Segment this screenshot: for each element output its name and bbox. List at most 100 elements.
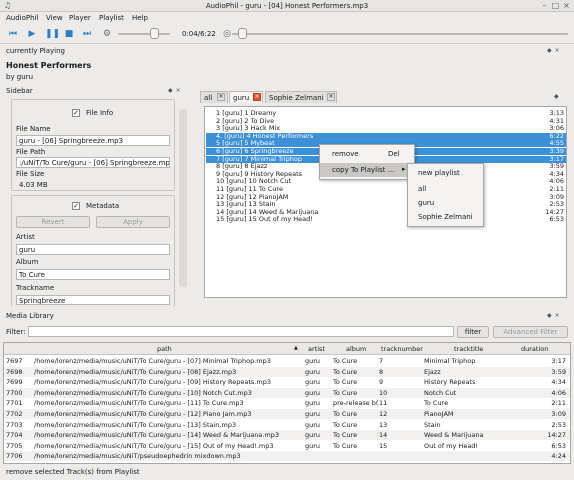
revert-button[interactable]: Revert bbox=[16, 216, 90, 228]
media-library-panel-header: Media Library ◆× bbox=[0, 310, 574, 320]
table-row[interactable]: 7698/home/lorenz/media/music/uNiT/To Cur… bbox=[4, 366, 570, 377]
tab-close-icon[interactable]: × bbox=[327, 93, 335, 101]
table-row[interactable]: 7697/home/lorenz/media/music/uNiT/To Cur… bbox=[4, 356, 570, 366]
volume-slider-handle[interactable] bbox=[150, 28, 160, 39]
metadata-checkbox[interactable]: ✓ bbox=[72, 202, 80, 210]
cell-duration: 3:09 bbox=[551, 410, 566, 418]
metadata-group: ✓ Metadata Revert Apply Artist guru Albu… bbox=[11, 195, 175, 307]
cell-album: To Cure bbox=[333, 367, 358, 376]
table-row[interactable]: 7699/home/lorenz/media/music/uNiT/To Cur… bbox=[4, 377, 570, 387]
close-icon[interactable]: × bbox=[562, 1, 571, 10]
col-album[interactable]: album bbox=[346, 345, 366, 353]
file-info-checkbox[interactable]: ✓ bbox=[72, 109, 80, 117]
media-library-dock-buttons[interactable]: ◆× bbox=[547, 312, 563, 319]
menu-view[interactable]: View bbox=[46, 14, 63, 22]
media-library-table: path ▲ artist album tracknumber tracktit… bbox=[3, 342, 571, 464]
track-title: Honest Performers bbox=[6, 61, 92, 70]
cell-id: 7700 bbox=[6, 388, 23, 397]
table-row[interactable]: 7702/home/lorenz/media/music/uNiT/To Cur… bbox=[4, 409, 570, 419]
artist-field[interactable]: guru bbox=[16, 244, 170, 255]
stop-icon[interactable]: ■ bbox=[64, 29, 74, 39]
sidebar-panel: ✓ File Info File Name guru - [06] Spring… bbox=[3, 85, 193, 307]
table-row[interactable]: 7701/home/lorenz/media/music/uNiT/To Cur… bbox=[4, 398, 570, 408]
col-artist[interactable]: artist bbox=[308, 345, 325, 353]
playlist-row[interactable]: 11 [guru] 11 To Cure 2:11 bbox=[206, 186, 566, 193]
cell-id: 7705 bbox=[6, 441, 23, 450]
col-path[interactable]: path bbox=[157, 345, 172, 353]
album-field[interactable]: To Cure bbox=[16, 269, 170, 280]
context-copy-to-playlist[interactable]: copy To Playlist ... ▸ bbox=[320, 163, 414, 177]
table-row[interactable]: 7703/home/lorenz/media/music/uNiT/To Cur… bbox=[4, 420, 570, 430]
previous-icon[interactable]: ⏮ bbox=[8, 29, 18, 39]
seek-slider[interactable] bbox=[232, 33, 568, 35]
volume-icon[interactable]: ⚙ bbox=[102, 29, 112, 39]
filter-input[interactable] bbox=[28, 326, 454, 337]
context-remove-label: remove bbox=[332, 150, 359, 158]
table-row[interactable]: 7700/home/lorenz/media/music/uNiT/To Cur… bbox=[4, 387, 570, 398]
submenu-sophie-zelmani[interactable]: Sophie Zelmani bbox=[418, 213, 473, 221]
filter-button[interactable]: filter bbox=[457, 326, 489, 338]
file-path-label: File Path bbox=[16, 148, 46, 156]
playlist-track-label: 11 [guru] 11 To Cure bbox=[216, 185, 283, 193]
cell-id: 7701 bbox=[6, 399, 23, 408]
col-tracknumber[interactable]: tracknumber bbox=[381, 345, 423, 353]
now-playing-panel: currently Playing ◆× Honest Performers b… bbox=[0, 44, 574, 84]
tab-close-icon[interactable]: × bbox=[217, 93, 225, 101]
cell-duration: 4:34 bbox=[551, 378, 566, 387]
filter-label: Filter: bbox=[6, 328, 26, 336]
submenu-new-playlist[interactable]: new playlist bbox=[418, 169, 460, 177]
cell-path: /home/lorenz/media/music/uNiT/To Cure/gu… bbox=[34, 378, 271, 387]
file-info-label: File Info bbox=[86, 109, 114, 117]
media-library-header: Media Library bbox=[6, 312, 54, 320]
menu-help[interactable]: Help bbox=[132, 14, 148, 22]
cell-title: History Repeats bbox=[424, 378, 476, 387]
submenu-all[interactable]: all bbox=[418, 185, 426, 193]
menu-audiophil[interactable]: AudioPhil bbox=[6, 14, 38, 22]
playlist-tab-menu[interactable]: ◆ bbox=[554, 93, 562, 100]
cell-path: /home/lorenz/media/music/uNiT/To Cure/gu… bbox=[34, 399, 244, 408]
cell-track: 14 bbox=[379, 431, 388, 440]
player-toolbar: ⏮ ▶ ❚❚ ■ ⏭ ⚙ 0:04/6:22 ◎ bbox=[0, 24, 574, 44]
seek-slider-handle[interactable] bbox=[238, 28, 248, 39]
minimize-icon[interactable]: – bbox=[540, 1, 549, 10]
menu-player[interactable]: Player bbox=[69, 14, 91, 22]
volume-slider[interactable] bbox=[118, 33, 170, 35]
cell-path: /home/lorenz/media/music/uNiT/pseudoephe… bbox=[34, 452, 241, 461]
next-icon[interactable]: ⏭ bbox=[82, 29, 92, 39]
sidebar-scrollbar[interactable] bbox=[179, 109, 187, 287]
file-path-field[interactable]: :/uNiT/To Cure/guru - [06] Springbreeze.… bbox=[16, 157, 170, 168]
status-text: remove selected Track(s) from Playlist bbox=[6, 468, 140, 476]
window-titlebar: ♫ AudioPhil - guru - [04] Honest Perform… bbox=[0, 0, 574, 12]
table-row[interactable]: 7706/home/lorenz/media/music/uNiT/pseudo… bbox=[4, 451, 570, 462]
cell-album: To Cure bbox=[333, 388, 358, 397]
table-header: path ▲ artist album tracknumber tracktit… bbox=[4, 343, 570, 355]
file-name-field[interactable]: guru - [06] Springbreeze.mp3 bbox=[16, 135, 170, 146]
trackname-field[interactable]: Springbreeze bbox=[16, 295, 170, 305]
playlist-track-label: 1 [guru] 1 Dreamy bbox=[216, 109, 277, 117]
cell-path: /home/lorenz/media/music/uNiT/To Cure/gu… bbox=[34, 431, 279, 440]
advanced-filter-button[interactable]: Advanced Filter bbox=[493, 326, 568, 338]
submenu-guru[interactable]: guru bbox=[418, 199, 434, 207]
dock-buttons[interactable]: ◆× bbox=[547, 47, 563, 54]
play-icon[interactable]: ▶ bbox=[27, 29, 37, 39]
context-remove[interactable]: remove Del bbox=[320, 147, 414, 161]
pause-icon[interactable]: ❚❚ bbox=[45, 29, 60, 39]
cell-duration: 2:11 bbox=[551, 399, 566, 408]
col-duration[interactable]: duration bbox=[521, 345, 548, 353]
table-row[interactable]: 7705/home/lorenz/media/music/uNiT/To Cur… bbox=[4, 441, 570, 451]
cell-title: Stain bbox=[424, 420, 441, 429]
table-row[interactable]: 7704/home/lorenz/media/music/uNiT/To Cur… bbox=[4, 430, 570, 441]
maximize-icon[interactable]: □ bbox=[551, 1, 560, 10]
menu-playlist[interactable]: Playlist bbox=[99, 14, 124, 22]
file-info-group: ✓ File Info File Name guru - [06] Spring… bbox=[11, 99, 175, 191]
apply-button[interactable]: Apply bbox=[96, 216, 170, 228]
playlist-row[interactable]: 1 [guru] 1 Dreamy 3:13 bbox=[206, 110, 566, 117]
tab-close-icon[interactable]: × bbox=[253, 93, 261, 101]
col-tracktitle[interactable]: tracktitle bbox=[454, 345, 483, 353]
cell-path: /home/lorenz/media/music/uNiT/To Cure/gu… bbox=[34, 367, 237, 376]
playlist-view[interactable]: 1 [guru] 1 Dreamy 3:13 2 [guru] 2 To Dive 4… bbox=[204, 106, 567, 298]
cell-title: To Cure bbox=[424, 399, 449, 408]
playlist-row[interactable]: 15 [guru] 15 Out of my Head! 6:53 bbox=[206, 216, 566, 223]
playlist-track-duration: 3:39 bbox=[549, 147, 564, 155]
tab-label: Sophie Zelmani bbox=[269, 94, 324, 102]
